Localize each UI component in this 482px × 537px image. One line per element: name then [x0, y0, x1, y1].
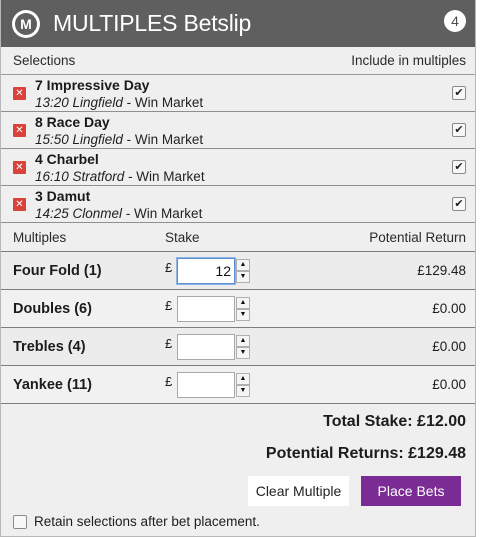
- selection-details: 14:25 Clonmel - Win Market: [35, 205, 475, 222]
- logo-letter: M: [15, 12, 37, 35]
- selection-details: 16:10 Stratford - Win Market: [35, 168, 475, 185]
- checkmark-icon: ✔: [454, 124, 464, 136]
- brand-logo: M: [12, 9, 40, 38]
- selection-time-course: 15:50 Lingfield: [35, 132, 123, 147]
- stake-spinner: ▲ ▼: [236, 296, 250, 321]
- stake-spinner: ▲ ▼: [236, 258, 250, 283]
- betslip-actions: Clear Multiple Place Bets: [1, 476, 475, 506]
- multiple-label: Four Fold (1): [13, 262, 102, 279]
- totals-section: Total Stake: £12.00 Potential Returns: £…: [1, 403, 475, 476]
- arrow-up-icon[interactable]: ▲: [236, 334, 250, 347]
- retain-selections-option: Retain selections after bet placement.: [1, 514, 475, 529]
- arrow-down-icon[interactable]: ▼: [236, 384, 250, 397]
- selection-name: 3 Damut: [35, 188, 91, 204]
- multiples-betslip: M MULTIPLES Betslip 4 Selections Include…: [0, 0, 476, 537]
- place-bets-button[interactable]: Place Bets: [361, 476, 461, 506]
- stake-control: ▲ ▼: [177, 333, 250, 360]
- potential-return-value: £0.00: [432, 377, 466, 392]
- arrow-down-icon[interactable]: ▼: [236, 308, 250, 321]
- remove-x-icon[interactable]: ✕: [13, 124, 26, 137]
- stake-control: ▲ ▼: [177, 295, 250, 322]
- selection-count-badge: 4: [444, 10, 466, 32]
- multiple-row: Four Fold (1) £ ▲ ▼ £129.48: [1, 251, 475, 289]
- selections-header: Selections Include in multiples: [1, 47, 475, 75]
- potential-return-value: £0.00: [432, 301, 466, 316]
- selection-time-course: 16:10 Stratford: [35, 169, 125, 184]
- checkmark-icon: ✔: [454, 198, 464, 210]
- checkmark-icon: ✔: [454, 161, 464, 173]
- betslip-header: M MULTIPLES Betslip 4: [1, 0, 475, 47]
- selection-name: 4 Charbel: [35, 151, 99, 167]
- currency-symbol: £: [165, 298, 173, 313]
- potential-return-col-label: Potential Return: [369, 229, 466, 245]
- arrow-down-icon[interactable]: ▼: [236, 270, 250, 283]
- arrow-up-icon[interactable]: ▲: [236, 372, 250, 385]
- include-checkbox[interactable]: ✔: [452, 123, 466, 137]
- stake-control: ▲ ▼: [177, 257, 250, 284]
- include-in-multiples-label: Include in multiples: [351, 53, 466, 68]
- stake-input[interactable]: [177, 257, 235, 284]
- potential-return-value: £0.00: [432, 339, 466, 354]
- stake-input[interactable]: [177, 333, 235, 360]
- checkmark-icon: ✔: [454, 87, 464, 99]
- arrow-up-icon[interactable]: ▲: [236, 296, 250, 309]
- remove-x-icon[interactable]: ✕: [13, 161, 26, 174]
- stake-input[interactable]: [177, 371, 235, 398]
- selections-header-label: Selections: [13, 53, 76, 68]
- stake-spinner: ▲ ▼: [236, 334, 250, 359]
- selection-details: 13:20 Lingfield - Win Market: [35, 94, 475, 111]
- selection-row: ✕ 4 Charbel 16:10 Stratford - Win Market…: [1, 149, 475, 186]
- multiples-header: Multiples Stake Potential Return: [1, 223, 475, 251]
- selection-market: - Win Market: [124, 169, 205, 184]
- selection-details: 15:50 Lingfield - Win Market: [35, 131, 475, 148]
- arrow-down-icon[interactable]: ▼: [236, 346, 250, 359]
- multiple-label: Doubles (6): [13, 300, 92, 317]
- selection-name: 7 Impressive Day: [35, 77, 150, 93]
- selection-market: - Win Market: [122, 95, 204, 110]
- multiples-col-label: Multiples: [13, 229, 67, 245]
- betslip-title: MULTIPLES Betslip: [53, 10, 252, 36]
- currency-symbol: £: [165, 260, 173, 275]
- currency-symbol: £: [165, 336, 173, 351]
- include-checkbox[interactable]: ✔: [452, 197, 466, 211]
- include-checkbox[interactable]: ✔: [452, 86, 466, 100]
- retain-selections-label: Retain selections after bet placement.: [34, 514, 260, 529]
- selection-time-course: 14:25 Clonmel: [35, 206, 123, 221]
- remove-x-icon[interactable]: ✕: [13, 198, 26, 211]
- stake-spinner: ▲ ▼: [236, 372, 250, 397]
- multiple-label: Trebles (4): [13, 338, 86, 355]
- selection-time-course: 13:20 Lingfield: [35, 95, 123, 110]
- stake-col-label: Stake: [165, 229, 200, 245]
- arrow-up-icon[interactable]: ▲: [236, 258, 250, 271]
- selection-market: - Win Market: [122, 132, 204, 147]
- clear-multiple-button[interactable]: Clear Multiple: [248, 476, 349, 506]
- potential-returns-total: Potential Returns: £129.48: [265, 445, 466, 462]
- multiple-row: Doubles (6) £ ▲ ▼ £0.00: [1, 289, 475, 327]
- selection-row: ✕ 7 Impressive Day 13:20 Lingfield - Win…: [1, 75, 475, 112]
- potential-return-value: £129.48: [417, 263, 466, 278]
- currency-symbol: £: [165, 374, 173, 389]
- include-checkbox[interactable]: ✔: [452, 160, 466, 174]
- multiple-label: Yankee (11): [13, 376, 92, 393]
- multiple-row: Trebles (4) £ ▲ ▼ £0.00: [1, 327, 475, 365]
- retain-selections-checkbox[interactable]: [13, 514, 27, 529]
- multiple-row: Yankee (11) £ ▲ ▼ £0.00: [1, 365, 475, 403]
- selection-row: ✕ 8 Race Day 15:50 Lingfield - Win Marke…: [1, 112, 475, 149]
- stake-input[interactable]: [177, 295, 235, 322]
- remove-x-icon[interactable]: ✕: [13, 87, 26, 100]
- stake-control: ▲ ▼: [177, 371, 250, 398]
- selection-name: 8 Race Day: [35, 114, 110, 130]
- selection-row: ✕ 3 Damut 14:25 Clonmel - Win Market ✔: [1, 186, 475, 223]
- total-stake: Total Stake: £12.00: [323, 413, 466, 430]
- selection-market: - Win Market: [122, 206, 203, 221]
